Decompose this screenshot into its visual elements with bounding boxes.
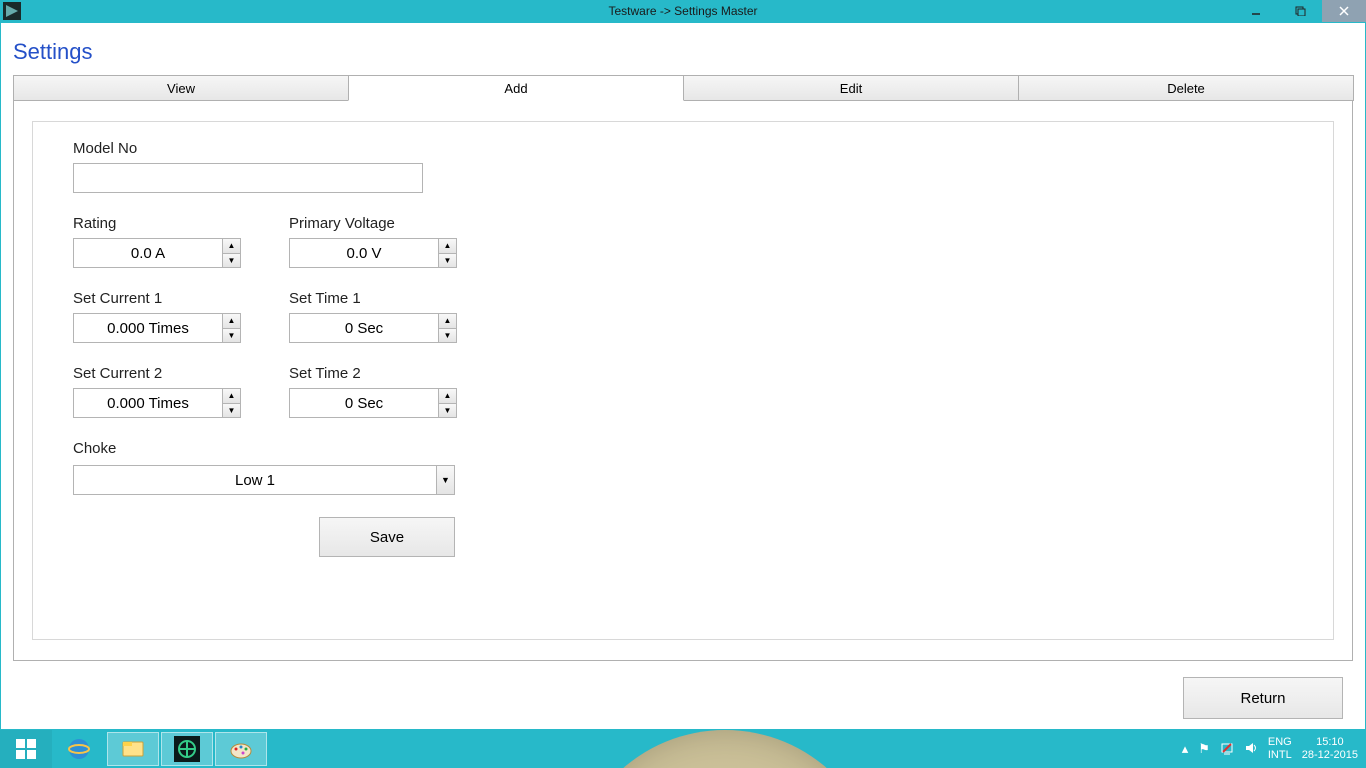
choke-select[interactable]: Low 1 ▼ (73, 465, 455, 495)
choke-label: Choke (73, 440, 455, 457)
set-time-1-stepper[interactable]: 0 Sec ▲▼ (289, 313, 457, 343)
set-time-1-down-icon[interactable]: ▼ (439, 329, 456, 343)
rating-stepper[interactable]: 0.0 A ▲▼ (73, 238, 241, 268)
tab-add[interactable]: Add (348, 75, 684, 101)
start-button[interactable] (0, 730, 52, 768)
app-icon (3, 2, 21, 20)
rating-up-icon[interactable]: ▲ (223, 239, 240, 254)
primary-voltage-up-icon[interactable]: ▲ (439, 239, 456, 254)
taskbar-app-ie[interactable] (53, 732, 105, 766)
taskbar-app-explorer[interactable] (107, 732, 159, 766)
tab-delete[interactable]: Delete (1018, 75, 1354, 101)
tab-add-label: Add (504, 81, 527, 96)
set-current-1-value: 0.000 Times (74, 320, 222, 337)
set-time-2-up-icon[interactable]: ▲ (439, 389, 456, 404)
volume-icon[interactable] (1244, 741, 1258, 758)
set-current-1-label: Set Current 1 (73, 290, 241, 307)
tab-body: Model No Rating 0.0 A ▲▼ Primary Voltage… (13, 100, 1353, 661)
tabstrip: View Add Edit Delete (13, 75, 1353, 101)
maximize-button[interactable] (1278, 0, 1322, 22)
rating-value: 0.0 A (74, 245, 222, 262)
save-button[interactable]: Save (319, 517, 455, 557)
language-line1: ENG (1268, 736, 1292, 749)
set-time-2-value: 0 Sec (290, 395, 438, 412)
taskbar-app-paint[interactable] (215, 732, 267, 766)
set-time-2-down-icon[interactable]: ▼ (439, 404, 456, 418)
tray-date: 28-12-2015 (1302, 749, 1358, 762)
language-indicator[interactable]: ENG INTL (1268, 736, 1292, 762)
tab-delete-label: Delete (1167, 81, 1205, 96)
set-current-2-stepper[interactable]: 0.000 Times ▲▼ (73, 388, 241, 418)
window-buttons (1234, 0, 1366, 22)
minimize-button[interactable] (1234, 0, 1278, 22)
set-current-1-up-icon[interactable]: ▲ (223, 314, 240, 329)
set-current-1-stepper[interactable]: 0.000 Times ▲▼ (73, 313, 241, 343)
rating-down-icon[interactable]: ▼ (223, 254, 240, 268)
set-time-1-value: 0 Sec (290, 320, 438, 337)
app-window: Settings View Add Edit Delete Model No R… (0, 22, 1366, 730)
network-icon[interactable] (1220, 741, 1234, 758)
set-time-2-label: Set Time 2 (289, 365, 457, 382)
set-current-2-value: 0.000 Times (74, 395, 222, 412)
close-button[interactable] (1322, 0, 1366, 22)
chevron-down-icon[interactable]: ▼ (436, 466, 454, 494)
set-time-1-up-icon[interactable]: ▲ (439, 314, 456, 329)
set-time-1-label: Set Time 1 (289, 290, 457, 307)
tab-view[interactable]: View (13, 75, 349, 101)
model-no-label: Model No (73, 140, 1293, 157)
clock[interactable]: 15:10 28-12-2015 (1302, 736, 1358, 762)
form-panel: Model No Rating 0.0 A ▲▼ Primary Voltage… (32, 121, 1334, 640)
set-time-2-stepper[interactable]: 0 Sec ▲▼ (289, 388, 457, 418)
taskbar: ▴ ⚑ ENG INTL 15:10 28-12-2015 (0, 730, 1366, 768)
taskbar-app-testware[interactable] (161, 732, 213, 766)
page-title: Settings (1, 23, 1365, 75)
set-current-1-down-icon[interactable]: ▼ (223, 329, 240, 343)
choke-value: Low 1 (74, 472, 436, 489)
primary-voltage-value: 0.0 V (290, 245, 438, 262)
primary-voltage-down-icon[interactable]: ▼ (439, 254, 456, 268)
set-current-2-label: Set Current 2 (73, 365, 241, 382)
language-line2: INTL (1268, 749, 1292, 762)
return-button[interactable]: Return (1183, 677, 1343, 719)
tab-view-label: View (167, 81, 195, 96)
model-no-input[interactable] (73, 163, 423, 193)
taskbar-background-arc (590, 730, 860, 768)
tab-edit[interactable]: Edit (683, 75, 1019, 101)
flag-icon[interactable]: ⚑ (1198, 741, 1210, 757)
save-button-label: Save (370, 529, 404, 546)
rating-label: Rating (73, 215, 241, 232)
return-button-label: Return (1240, 690, 1285, 707)
titlebar: Testware -> Settings Master (0, 0, 1366, 22)
system-tray: ▴ ⚑ ENG INTL 15:10 28-12-2015 (1182, 736, 1366, 762)
tray-time: 15:10 (1316, 736, 1344, 749)
window-title: Testware -> Settings Master (608, 4, 757, 18)
tab-edit-label: Edit (840, 81, 862, 96)
set-current-2-down-icon[interactable]: ▼ (223, 404, 240, 418)
primary-voltage-stepper[interactable]: 0.0 V ▲▼ (289, 238, 457, 268)
tray-overflow-icon[interactable]: ▴ (1182, 741, 1189, 757)
set-current-2-up-icon[interactable]: ▲ (223, 389, 240, 404)
primary-voltage-label: Primary Voltage (289, 215, 457, 232)
